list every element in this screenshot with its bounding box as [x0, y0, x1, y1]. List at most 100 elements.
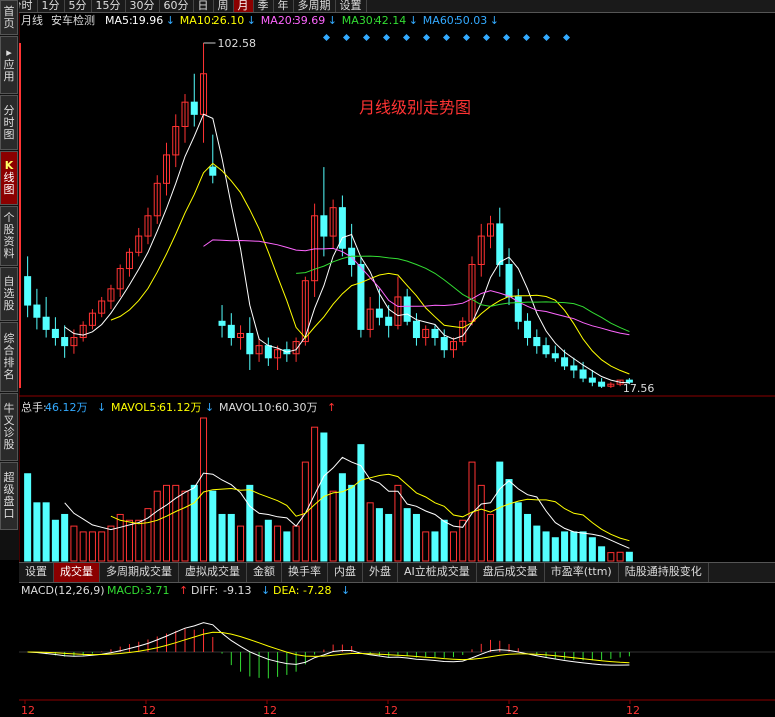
- candle: [190, 73, 198, 127]
- volume-bar: [338, 473, 346, 562]
- candle-body: [264, 345, 272, 359]
- ma-0-value: 19.96: [132, 14, 164, 27]
- sidebar-item-8[interactable]: 超级盘口: [0, 462, 18, 530]
- sidebar-item-4[interactable]: 个股资料: [0, 206, 18, 266]
- ma-legend: MA5: 19.96 ↓ MA10:26.10 ↓ MA20:39.69 ↓ MA30:42.…: [105, 14, 499, 27]
- ma-0-arrow-icon: ↓: [166, 14, 175, 27]
- sidebar-item-label: 综合排名: [3, 332, 15, 381]
- candle: [348, 223, 356, 277]
- indicator-tab-6[interactable]: 内盘: [328, 563, 363, 582]
- period-tab-3[interactable]: 15分: [92, 0, 126, 12]
- period-tab-6[interactable]: 日: [194, 0, 214, 12]
- sidebar-item-label: 分时图: [3, 103, 15, 141]
- volume-bar: [588, 537, 596, 562]
- candle: [486, 215, 495, 249]
- candle-body: [33, 304, 41, 318]
- sidebar-item-2[interactable]: 分时图: [0, 95, 18, 150]
- period-tab-10[interactable]: 年: [274, 0, 294, 12]
- volume-bar: [283, 531, 291, 562]
- indicator-tab-0[interactable]: 设置: [19, 563, 54, 582]
- sidebar-item-6[interactable]: 综合排名: [0, 322, 18, 392]
- indicator-label[interactable]: 安车检测: [51, 13, 95, 27]
- vol-mavol5-label: MAVOL5:: [111, 401, 160, 414]
- candle: [561, 349, 569, 370]
- indicator-tab-3[interactable]: 虚拟成交量: [179, 563, 247, 582]
- candle-body: [505, 263, 513, 298]
- indicator-tab-8[interactable]: AI立桩成交量: [398, 563, 477, 582]
- sidebar-item-label: 个股资料: [3, 211, 15, 260]
- period-tab-12[interactable]: 设置: [336, 0, 367, 12]
- volume-bar: [551, 537, 559, 562]
- candle: [468, 256, 476, 326]
- candle: [172, 114, 180, 168]
- macd-diff-arrow: ↓: [261, 584, 270, 597]
- volume-marks: [24, 417, 633, 562]
- ma-0-label: MA5:: [105, 14, 133, 27]
- candle: [237, 325, 245, 350]
- indicator-tab-9[interactable]: 盘后成交量: [477, 563, 545, 582]
- sidebar-item-3[interactable]: K 线图: [0, 151, 18, 205]
- sidebar-item-7[interactable]: 牛叉诊股: [0, 393, 18, 461]
- macd-macd-value: -3.71: [141, 584, 169, 597]
- indicator-tab-2[interactable]: 多周期成交量: [100, 563, 179, 582]
- ma-2-label: MA20:: [261, 14, 296, 27]
- period-tab-label: 1分: [41, 0, 60, 12]
- volume-bar: [570, 531, 578, 562]
- candle: [209, 134, 217, 184]
- candle-body: [440, 337, 448, 351]
- candle-body: [190, 101, 198, 115]
- indicator-tab-4[interactable]: 金额: [247, 563, 282, 582]
- ma-3-arrow-icon: ↓: [409, 14, 418, 27]
- volume-bar: [162, 484, 171, 562]
- volume-bar: [542, 531, 550, 562]
- candle: [42, 296, 50, 338]
- period-tab-8[interactable]: 月: [233, 0, 254, 12]
- sidebar-item-0[interactable]: 首页: [0, 0, 18, 35]
- signal-diamond-icon: [462, 33, 471, 42]
- period-tab-4[interactable]: 30分: [126, 0, 160, 12]
- candle: [403, 288, 411, 326]
- candle: [598, 378, 606, 388]
- sidebar-item-5[interactable]: 自选股: [0, 267, 18, 321]
- vol-mavol10-label: MAVOL10:: [219, 401, 275, 414]
- macd-dea-arrow: ↓: [341, 584, 350, 597]
- ma-4-value: 50.03: [456, 14, 488, 27]
- period-tab-1[interactable]: 1分: [38, 0, 65, 12]
- period-tab-label: 15分: [95, 0, 121, 12]
- volume-bar: [88, 531, 96, 562]
- volume-bar: [505, 479, 513, 562]
- candle: [524, 313, 532, 346]
- candle: [542, 337, 550, 358]
- macd-dea-value: -7.28: [303, 584, 331, 597]
- volume-bar: [579, 531, 587, 562]
- period-tab-11[interactable]: 多周期: [294, 0, 336, 12]
- period-tab-label: 设置: [339, 0, 362, 12]
- indicator-tab-7[interactable]: 外盘: [363, 563, 398, 582]
- candle: [51, 317, 59, 346]
- period-tab-5[interactable]: 60分: [160, 0, 194, 12]
- chart-title: 月线级别走势图: [359, 98, 471, 117]
- candle-body: [570, 365, 578, 371]
- macd-marks: [19, 622, 775, 701]
- indicator-tab-1[interactable]: 成交量: [54, 563, 100, 582]
- period-tab-9[interactable]: 季: [254, 0, 274, 12]
- period-tab-7[interactable]: 周: [214, 0, 234, 12]
- volume-bar: [42, 502, 50, 562]
- indicator-tab-11[interactable]: 陆股通持股变化: [619, 563, 709, 582]
- vol-total-label: 总手:: [21, 400, 47, 414]
- candle-body: [524, 320, 532, 339]
- period-tab-label: 30分: [129, 0, 155, 12]
- period-tab-2[interactable]: 5分: [65, 0, 92, 12]
- candle: [311, 203, 319, 297]
- indicator-tab-10[interactable]: 市盈率(ttm): [545, 563, 619, 582]
- signal-diamond-icon: [502, 33, 511, 42]
- sidebar-item-1[interactable]: ▸ 应用: [0, 36, 18, 94]
- macd-macd-arrow: ↑: [179, 584, 188, 597]
- sidebar-item-label: 线图: [3, 171, 15, 196]
- signal-diamond-icon: [542, 33, 551, 42]
- indicator-tab-5[interactable]: 换手率: [282, 563, 328, 582]
- candle: [394, 276, 402, 330]
- candle: [533, 329, 541, 354]
- volume-bar: [385, 513, 393, 562]
- ma-1-value: 26.10: [213, 14, 245, 27]
